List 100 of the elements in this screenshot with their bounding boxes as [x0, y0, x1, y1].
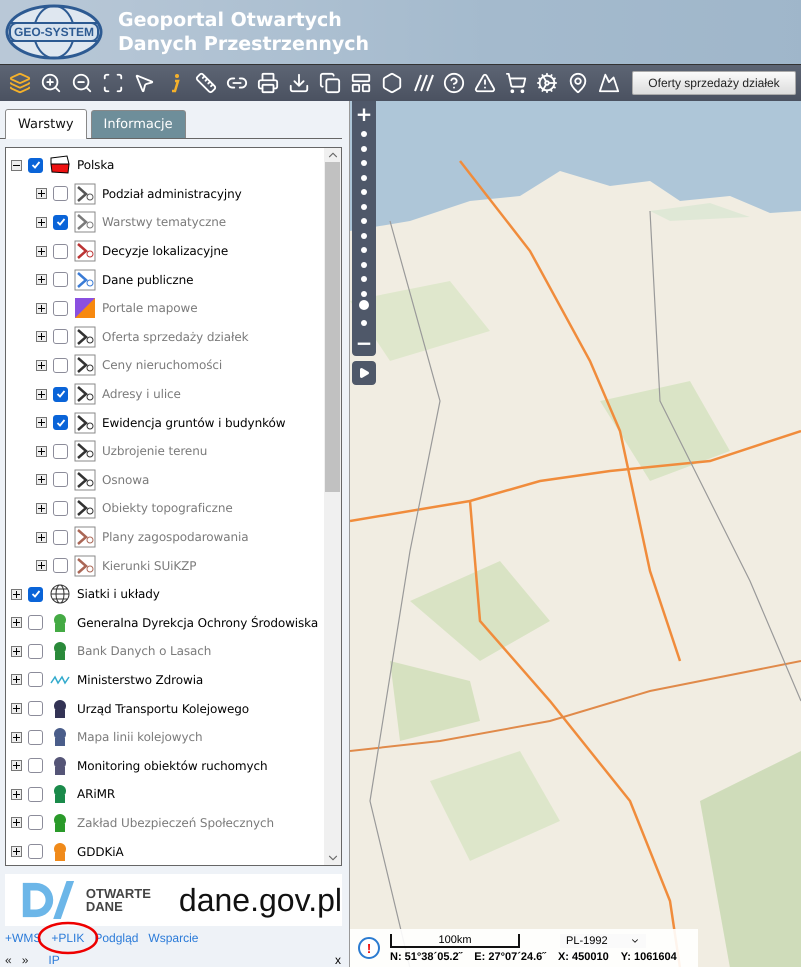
expand-button[interactable]: [11, 846, 22, 858]
layer-checkbox[interactable]: [28, 701, 43, 716]
layer-label[interactable]: Adresy i ulice: [102, 387, 181, 402]
expand-button[interactable]: [36, 216, 47, 228]
zoom-step[interactable]: [361, 218, 367, 224]
footer-link[interactable]: Wsparcie: [148, 931, 198, 945]
zoom-slider[interactable]: + −: [352, 101, 376, 356]
layer-label[interactable]: Zakład Ubezpieczeń Społecznych: [77, 816, 274, 830]
layer-checkbox[interactable]: [53, 472, 68, 488]
layer-checkbox[interactable]: [28, 586, 43, 602]
expand-button[interactable]: [11, 617, 22, 628]
close-button[interactable]: x: [335, 953, 341, 967]
layer-label[interactable]: Warstwy tematyczne: [102, 215, 226, 230]
layer-checkbox[interactable]: [53, 244, 68, 259]
layer-label[interactable]: Uzbrojenie terenu: [102, 444, 208, 458]
layer-label[interactable]: Ewidencja gruntów i budynków: [102, 416, 286, 430]
expand-button[interactable]: [36, 388, 47, 400]
expand-button[interactable]: [36, 246, 47, 257]
zoom-step[interactable]: [361, 204, 367, 210]
expand-button[interactable]: [36, 188, 47, 200]
expand-button[interactable]: [36, 302, 47, 314]
expand-button[interactable]: [36, 502, 47, 514]
layer-label[interactable]: Osnowa: [102, 472, 150, 487]
layer-checkbox[interactable]: [53, 272, 68, 288]
expand-button[interactable]: [36, 360, 47, 371]
layer-checkbox[interactable]: [53, 530, 68, 545]
layer-checkbox[interactable]: [28, 786, 43, 802]
layer-checkbox[interactable]: [53, 444, 68, 459]
zoom-step[interactable]: [361, 232, 367, 239]
panel-tab[interactable]: Warstwy: [5, 109, 87, 139]
zoom-step[interactable]: [361, 320, 367, 326]
zoom-handle[interactable]: [359, 300, 369, 310]
panel-toggle-button[interactable]: [352, 361, 376, 385]
layer-label[interactable]: Podział administracyjny: [102, 186, 242, 201]
layer-label[interactable]: Oferta sprzedaży działek: [102, 330, 248, 344]
expand-button[interactable]: [11, 703, 22, 714]
zoom-step[interactable]: [361, 290, 367, 297]
layer-label[interactable]: Dane publiczne: [102, 272, 194, 287]
layer-checkbox[interactable]: [28, 730, 43, 745]
zoom-step[interactable]: [361, 247, 367, 254]
layer-label[interactable]: Ministerstwo Zdrowia: [77, 672, 204, 687]
layer-checkbox[interactable]: [53, 214, 68, 230]
scrollbar[interactable]: [324, 148, 341, 865]
layer-label[interactable]: Kierunki SUiKZP: [102, 558, 196, 573]
prev-button[interactable]: «: [5, 953, 12, 967]
panel-tab[interactable]: Informacje: [90, 110, 186, 138]
layer-label[interactable]: Bank Danych o Lasach: [77, 644, 212, 658]
layer-checkbox[interactable]: [53, 415, 68, 430]
zoom-in-button[interactable]: +: [352, 101, 376, 127]
layer-label[interactable]: Portale mapowe: [102, 301, 198, 316]
layer-checkbox[interactable]: [28, 758, 43, 774]
zoom-step[interactable]: [361, 131, 367, 137]
projection-select[interactable]: PL-1992: [560, 934, 646, 948]
layer-checkbox[interactable]: [53, 186, 68, 202]
expand-button[interactable]: [36, 274, 47, 286]
collapse-button[interactable]: [11, 160, 22, 171]
layer-label[interactable]: Plany zagospodarowania: [102, 530, 249, 544]
expand-button[interactable]: [11, 817, 22, 828]
zoom-step[interactable]: [361, 146, 367, 152]
layer-checkbox[interactable]: [28, 158, 43, 173]
expand-button[interactable]: [36, 474, 47, 486]
expand-button[interactable]: [36, 446, 47, 457]
expand-button[interactable]: [36, 417, 47, 428]
expand-button[interactable]: [11, 674, 22, 686]
expand-button[interactable]: [36, 532, 47, 543]
expand-button[interactable]: [36, 560, 47, 572]
layer-label[interactable]: Generalna Dyrekcja Ochrony Środowiska: [77, 616, 318, 630]
layer-label[interactable]: Siatki i układy: [77, 587, 160, 602]
offers-button[interactable]: Oferty sprzedaży działek: [632, 71, 796, 95]
layer-checkbox[interactable]: [53, 358, 68, 373]
layer-label[interactable]: ARiMR: [77, 787, 116, 802]
layer-label[interactable]: Obiekty topograficzne: [102, 501, 233, 516]
layer-label[interactable]: Monitoring obiektów ruchomych: [77, 758, 268, 773]
layer-checkbox[interactable]: [28, 644, 43, 659]
layer-checkbox[interactable]: [28, 815, 43, 830]
zoom-step[interactable]: [361, 174, 367, 181]
zoom-out-button[interactable]: −: [352, 330, 376, 356]
zoom-step[interactable]: [361, 276, 367, 282]
layer-label[interactable]: GDDKiA: [77, 844, 124, 859]
ip-link[interactable]: IP: [48, 953, 60, 967]
zoom-step[interactable]: [361, 189, 367, 196]
layer-checkbox[interactable]: [28, 615, 43, 630]
layer-checkbox[interactable]: [53, 300, 68, 316]
zoom-step[interactable]: [361, 160, 367, 166]
layer-checkbox[interactable]: [53, 500, 68, 516]
layer-label[interactable]: Mapa linii kolejowych: [77, 730, 203, 744]
expand-button[interactable]: [36, 331, 47, 342]
zoom-step[interactable]: [361, 262, 367, 268]
layer-label[interactable]: Ceny nieruchomości: [102, 358, 222, 372]
layer-checkbox[interactable]: [28, 844, 43, 860]
layer-checkbox[interactable]: [53, 329, 68, 344]
expand-button[interactable]: [11, 588, 22, 600]
expand-button[interactable]: [11, 788, 22, 800]
layer-label[interactable]: Urząd Transportu Kolejowego: [77, 702, 249, 716]
open-data-banner[interactable]: OTWARTE DANE dane.gov.pl: [5, 874, 342, 926]
layer-checkbox[interactable]: [28, 672, 43, 688]
expand-button[interactable]: [11, 760, 22, 772]
alert-button[interactable]: !: [358, 937, 380, 959]
layer-checkbox[interactable]: [53, 386, 68, 402]
layer-label[interactable]: Polska: [77, 158, 114, 172]
